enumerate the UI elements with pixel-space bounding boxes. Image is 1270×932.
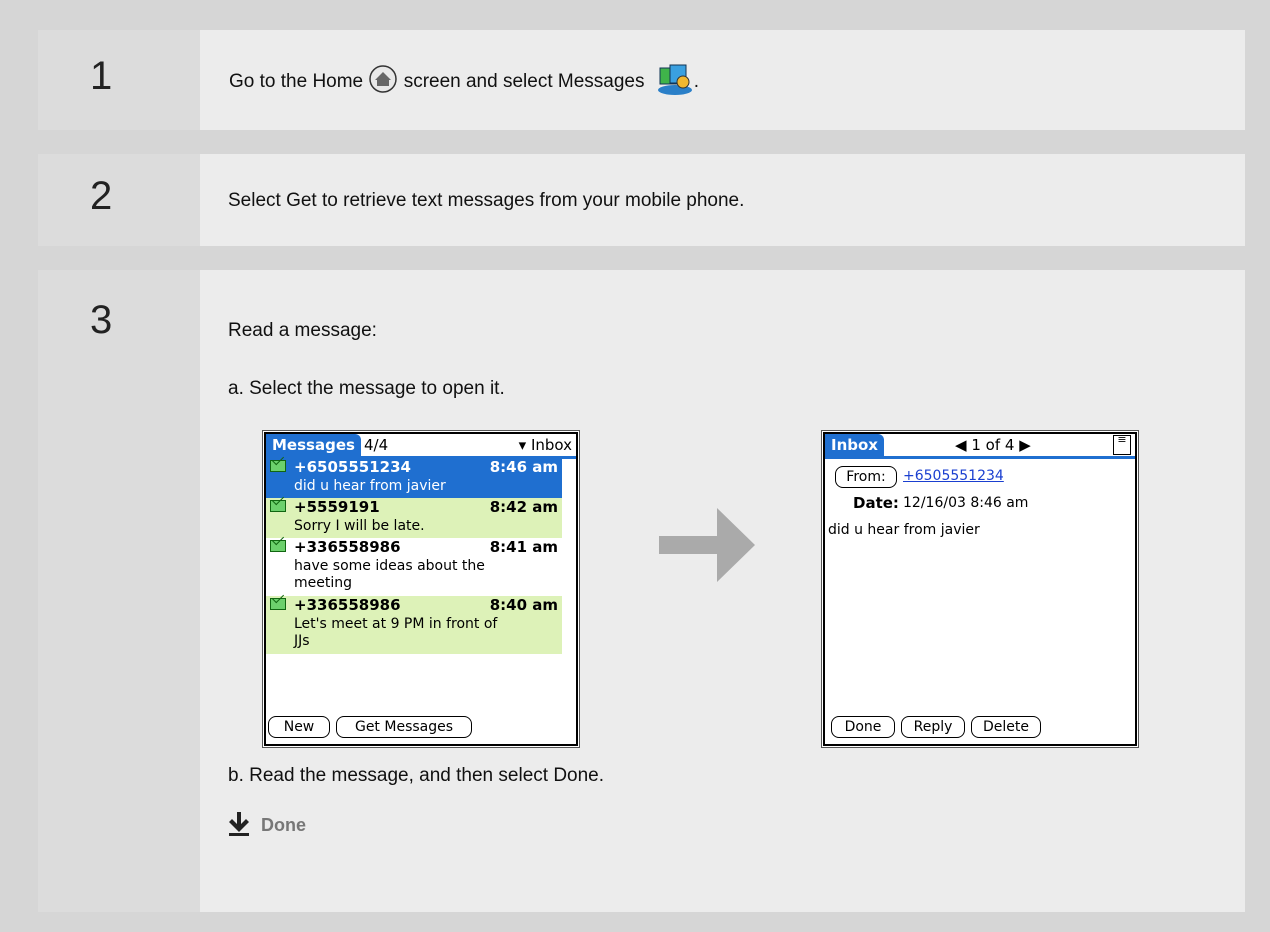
category-dropdown[interactable]: ▾ Inbox bbox=[519, 436, 572, 454]
delete-button[interactable]: Delete bbox=[971, 716, 1041, 738]
list-item[interactable]: +5559191 8:42 am Sorry I will be late. bbox=[266, 498, 562, 538]
done-indicator: Done bbox=[228, 812, 306, 841]
pager: ◀ 1 of 4 ▶ bbox=[955, 436, 1031, 454]
inbox-tab[interactable]: Inbox bbox=[825, 434, 884, 456]
step-2-text: Select Get to retrieve text messages fro… bbox=[228, 190, 745, 211]
list-item[interactable]: +336558986 8:40 am Let's meet at 9 PM in… bbox=[266, 596, 562, 654]
message-detail-screen: Inbox ◀ 1 of 4 ▶ ≡ From: +6505551234 Dat… bbox=[823, 432, 1137, 746]
step-number: 3 bbox=[38, 270, 200, 912]
envelope-icon bbox=[270, 598, 286, 610]
step-3-sub-b: b. Read the message, and then select Don… bbox=[228, 765, 605, 786]
step-number: 2 bbox=[38, 154, 200, 246]
date-value: 12/16/03 8:46 am bbox=[903, 495, 1029, 511]
step-1-text: Go to the Home screen and select Message… bbox=[229, 62, 699, 102]
dropdown-triangle-icon: ▾ bbox=[518, 436, 527, 454]
right-arrow-icon bbox=[657, 500, 757, 595]
home-icon bbox=[368, 64, 398, 100]
list-item[interactable]: +336558986 8:41 am have some ideas about… bbox=[266, 538, 562, 596]
step-3-sub-a: a. Select the message to open it. bbox=[228, 378, 505, 399]
message-count: 4/4 bbox=[364, 436, 389, 454]
get-messages-button[interactable]: Get Messages bbox=[336, 716, 472, 738]
prev-arrow-icon[interactable]: ◀ bbox=[955, 436, 967, 454]
messages-app-icon bbox=[656, 62, 694, 102]
envelope-icon bbox=[270, 540, 286, 552]
done-button[interactable]: Done bbox=[831, 716, 895, 738]
envelope-icon bbox=[270, 500, 286, 512]
list-item[interactable]: +6505551234 8:46 am did u hear from javi… bbox=[266, 458, 562, 498]
down-arrow-done-icon bbox=[228, 812, 250, 841]
from-button[interactable]: From: bbox=[835, 466, 897, 488]
next-arrow-icon[interactable]: ▶ bbox=[1019, 436, 1031, 454]
reply-button[interactable]: Reply bbox=[901, 716, 965, 738]
envelope-icon bbox=[270, 460, 286, 472]
new-button[interactable]: New bbox=[268, 716, 330, 738]
date-label: Date: bbox=[853, 494, 899, 512]
from-link[interactable]: +6505551234 bbox=[903, 468, 1004, 484]
details-icon[interactable]: ≡ bbox=[1113, 434, 1131, 455]
step-3-intro: Read a message: bbox=[228, 320, 377, 341]
messages-list-screen: Messages 4/4 ▾ Inbox +6505551234 8:46 am… bbox=[264, 432, 578, 746]
message-body: did u hear from javier bbox=[828, 522, 980, 538]
step-number: 1 bbox=[38, 30, 200, 130]
